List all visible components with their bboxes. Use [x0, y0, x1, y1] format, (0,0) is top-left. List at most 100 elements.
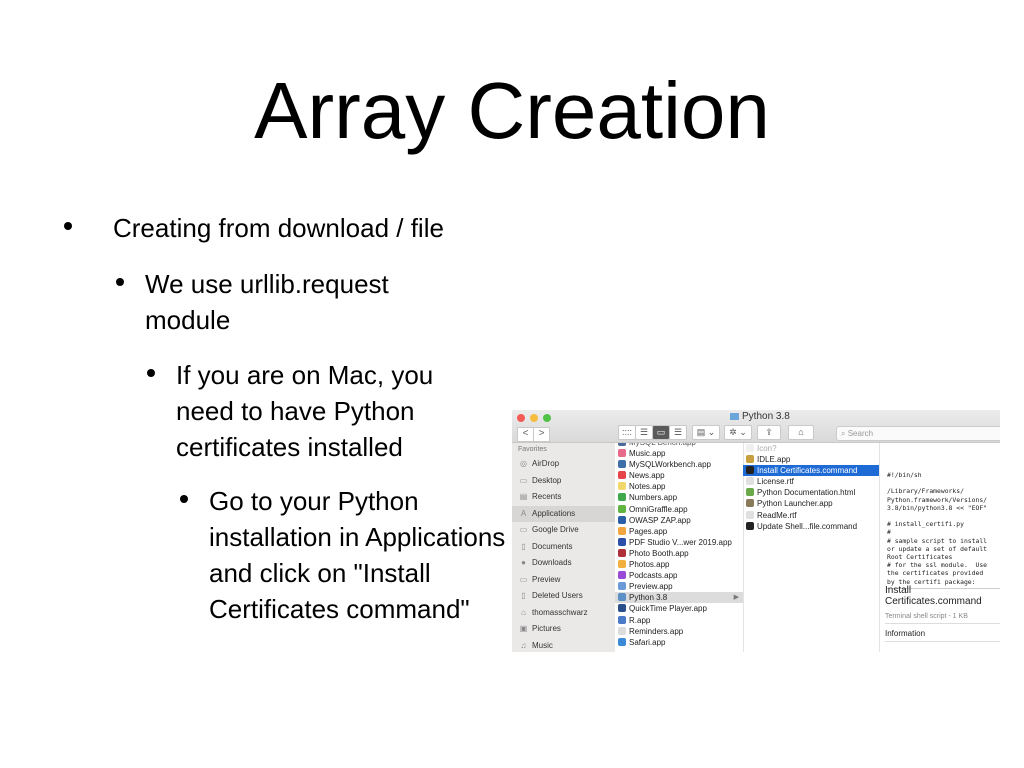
sidebar-item-music[interactable]: ♫ Music — [512, 638, 615, 653]
sidebar-item-pictures[interactable]: ▣ Pictures — [512, 621, 615, 638]
file-icon — [618, 443, 626, 446]
gallery-view-button[interactable]: ☰ — [669, 425, 687, 440]
preview-file-name: Install Certificates.command — [885, 585, 982, 607]
file-icon — [746, 466, 754, 475]
file-list-item[interactable]: Photos.app — [615, 559, 743, 570]
sidebar-item-downloads[interactable]: ● Downloads — [512, 555, 615, 572]
applications-icon: A — [520, 508, 527, 518]
file-list-item[interactable]: IDLE.app — [743, 454, 879, 465]
search-field[interactable]: ⌕ Search — [836, 426, 1000, 441]
file-list-item[interactable]: Update Shell...file.command — [743, 521, 879, 532]
sidebar-item-label: Downloads — [532, 558, 572, 567]
file-name: Python Documentation.html — [757, 488, 856, 498]
file-list-item[interactable]: License.rtf — [743, 476, 879, 487]
file-icon — [618, 482, 626, 491]
file-list-item[interactable]: Python 3.8 ▶ — [615, 592, 743, 604]
sidebar-item-desktop[interactable]: ▭ Desktop — [512, 473, 615, 490]
file-name: R.app — [629, 615, 651, 625]
sidebar-item-applications[interactable]: A Applications — [512, 505, 615, 522]
zoom-window-button[interactable] — [543, 414, 551, 422]
file-list-item[interactable]: OWASP ZAP.app — [615, 515, 743, 526]
sidebar-item-google-drive[interactable]: ▭ Google Drive — [512, 522, 615, 539]
file-icon — [618, 637, 626, 646]
file-name: News.app — [629, 471, 665, 481]
action-gear-button[interactable]: ✲ ⌄ — [724, 425, 752, 440]
file-name: Numbers.app — [629, 493, 678, 503]
chevron-right-icon: ▶ — [733, 594, 739, 602]
file-name: Install Certificates.command — [757, 466, 858, 476]
list-view-button[interactable]: ☰ — [635, 425, 653, 440]
file-list-item[interactable]: Podcasts.app — [615, 570, 743, 581]
sidebar-item-home[interactable]: ⌂ thomasschwarz — [512, 605, 615, 622]
group-button[interactable]: ▤ ⌄ — [692, 425, 720, 440]
bullet-dot — [116, 278, 124, 286]
sidebar-item-recents[interactable]: ▤ Recents — [512, 489, 615, 506]
close-window-button[interactable] — [517, 414, 525, 422]
file-list-item[interactable]: MySQLWorkbench.app — [615, 459, 743, 470]
folder-icon: ▭ — [519, 574, 528, 584]
file-icon — [746, 521, 754, 530]
file-list-item[interactable]: Pages.app — [615, 526, 743, 537]
file-list-item[interactable]: Safari.app — [615, 637, 743, 648]
file-name: Safari.app — [629, 637, 666, 647]
file-icon — [618, 548, 626, 557]
file-list-item[interactable]: Python Launcher.app — [743, 498, 879, 509]
icon-view-button[interactable]: :::: — [618, 425, 636, 440]
preview-pane: #!/bin/sh /Library/Frameworks/ Python.fr… — [879, 443, 1000, 652]
bullet-level-3: If you are on Mac, you need to have Pyth… — [176, 360, 434, 462]
file-icon — [618, 493, 626, 502]
back-button[interactable]: < — [517, 427, 534, 442]
sidebar-item-label: Deleted Users — [532, 591, 583, 600]
file-name: Music.app — [629, 449, 666, 459]
file-list-item[interactable]: Numbers.app — [615, 492, 743, 503]
file-list-item[interactable]: PDF Studio V...wer 2019.app — [615, 537, 743, 548]
file-name: MySQLWorkbench.app — [629, 460, 711, 470]
sidebar-item-label: Pictures — [532, 624, 561, 633]
file-icon — [618, 571, 626, 580]
file-list-item[interactable]: ReadMe.rtf — [743, 510, 879, 521]
preview-file-kind: Terminal shell script - 1 KB — [885, 613, 968, 620]
sidebar-item-label: Recents — [532, 492, 562, 501]
slide-title: Array Creation — [254, 66, 770, 155]
file-list-item[interactable]: Preview.app — [615, 581, 743, 592]
file-name: Notes.app — [629, 482, 666, 492]
forward-button[interactable]: > — [533, 427, 550, 442]
share-button[interactable]: ⇪ — [757, 425, 781, 440]
file-list-item[interactable]: Music.app — [615, 448, 743, 459]
file-icon — [746, 499, 754, 508]
file-list-item[interactable]: R.app — [615, 615, 743, 626]
file-list-item[interactable]: News.app — [615, 470, 743, 481]
file-icon — [618, 526, 626, 535]
file-list-item[interactable]: Reminders.app — [615, 626, 743, 637]
file-name: Python 3.8 — [629, 593, 668, 603]
minimize-window-button[interactable] — [530, 414, 538, 422]
window-title: Python 3.8 — [730, 411, 790, 422]
file-list-item[interactable]: Python Documentation.html — [743, 487, 879, 498]
file-name: MySQL Bench.app — [629, 443, 696, 447]
documents-icon: ▯ — [521, 541, 526, 551]
file-list-item[interactable]: Notes.app — [615, 481, 743, 492]
file-list-item[interactable]: Install Certificates.command — [743, 465, 879, 477]
sidebar-item-deleted-users[interactable]: ▯ Deleted Users — [512, 588, 615, 605]
file-icon — [618, 582, 626, 591]
file-list-item[interactable]: OmniGraffle.app — [615, 504, 743, 515]
file-name: Preview.app — [629, 582, 673, 592]
file-icon — [618, 449, 626, 458]
home-icon: ⌂ — [521, 607, 526, 617]
file-list-item[interactable]: Icon? — [743, 443, 879, 454]
folder-icon — [730, 412, 739, 420]
file-name: QuickTime Player.app — [629, 604, 707, 614]
tag-button[interactable]: ⌂ — [788, 425, 814, 440]
column-view-button[interactable]: ▭ — [652, 425, 670, 440]
file-list-item[interactable]: Photo Booth.app — [615, 548, 743, 559]
file-name: OmniGraffle.app — [629, 504, 688, 514]
sidebar-item-label: Google Drive — [532, 525, 579, 534]
desktop-icon: ▭ — [519, 475, 528, 485]
file-name: Photos.app — [629, 560, 670, 570]
pictures-icon: ▣ — [519, 624, 528, 633]
file-list-item[interactable]: QuickTime Player.app — [615, 603, 743, 614]
sidebar-item-documents[interactable]: ▯ Documents — [512, 539, 615, 556]
sidebar-item-airdrop[interactable]: ◎ AirDrop — [512, 456, 615, 473]
file-icon — [746, 510, 754, 519]
sidebar-item-preview[interactable]: ▭ Preview — [512, 572, 615, 589]
